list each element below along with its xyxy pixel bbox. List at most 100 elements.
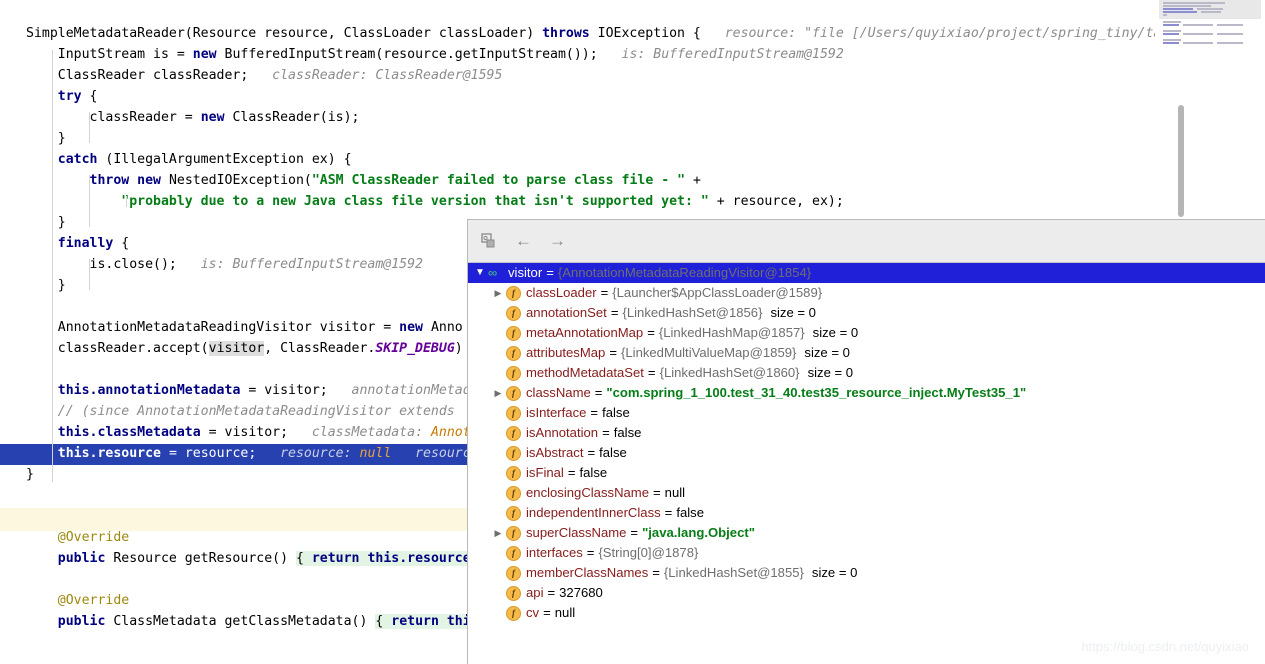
variable-row[interactable]: f attributesMap = {LinkedMultiValueMap@1859…: [468, 343, 1265, 363]
variable-name: superClassName: [526, 525, 627, 540]
collection-size: size = 0: [807, 365, 854, 380]
variable-value: "java.lang.Object": [642, 525, 755, 540]
equals-sign: =: [587, 445, 596, 460]
variable-row[interactable]: f enclosingClassName = null: [468, 483, 1265, 503]
expander-closed-icon[interactable]: ▶: [490, 523, 506, 543]
minimap-line: [1163, 5, 1211, 7]
indent-guide: [89, 259, 90, 290]
variable-row[interactable]: f annotationSet = {LinkedHashSet@1856} size …: [468, 303, 1265, 323]
code-line[interactable]: InputStream is = new BufferedInputStream…: [0, 45, 1265, 66]
equals-sign: =: [610, 305, 619, 320]
watch-infinity-icon: ∞: [488, 265, 497, 280]
forward-arrow-icon[interactable]: →: [549, 232, 566, 250]
editor-scrollbar[interactable]: [1178, 105, 1184, 217]
variable-row[interactable]: f isAbstract = false: [468, 443, 1265, 463]
variable-row[interactable]: f isFinal = false: [468, 463, 1265, 483]
variable-name: attributesMap: [526, 345, 606, 360]
variable-row[interactable]: f api = 327680: [468, 583, 1265, 603]
collection-size: size = 0: [804, 345, 850, 360]
expander-open-icon[interactable]: ▼: [472, 263, 488, 283]
variable-row[interactable]: ▶ f classLoader = {Launcher$AppClassLoader@1…: [468, 283, 1265, 303]
minimap-line: [1217, 42, 1243, 44]
variable-row[interactable]: ▶ f superClassName = "java.lang.Object": [468, 523, 1265, 543]
collection-size: size = 0: [812, 325, 859, 340]
minimap-line: [1201, 11, 1221, 13]
equals-sign: =: [602, 425, 610, 440]
variable-name: api: [526, 585, 544, 600]
collection-size: size = 0: [811, 565, 858, 580]
variable-row[interactable]: f metaAnnotationMap = {LinkedHashMap@1857} s…: [468, 323, 1265, 343]
debugger-variables-panel[interactable]: ← → ▼ ∞ visitor = {AnnotationMetadataReading…: [467, 219, 1265, 664]
variable-name: independentInnerClass: [526, 505, 661, 520]
equals-sign: =: [543, 605, 551, 620]
watermark-text: https://blog.csdn.net/quyixiao: [1081, 639, 1249, 654]
variable-value: null: [554, 605, 576, 620]
copy-value-icon[interactable]: [480, 232, 498, 250]
code-line[interactable]: classReader = new ClassReader(is);: [0, 108, 1265, 129]
code-line[interactable]: ClassReader classReader; classReader: Cl…: [0, 66, 1265, 87]
variable-value: {LinkedHashSet@1855}: [663, 565, 804, 580]
collection-size: size = 0: [770, 305, 816, 320]
variable-value: false: [676, 505, 704, 520]
variable-row[interactable]: f methodMetadataSet = {LinkedHashSet@1860} s…: [468, 363, 1265, 383]
variable-value: "com.spring_1_100.test_31_40.test35_reso…: [606, 385, 1027, 400]
code-line[interactable]: catch (IllegalArgumentException ex) {: [0, 150, 1265, 171]
minimap-line: [1163, 14, 1167, 16]
code-line[interactable]: try {: [0, 87, 1265, 108]
equals-sign: =: [647, 325, 655, 340]
indent-guide: [89, 175, 90, 227]
equals-sign: =: [546, 265, 554, 280]
variable-row[interactable]: f isAnnotation = false: [468, 423, 1265, 443]
field-icon: f: [506, 505, 521, 521]
indent-guide: [89, 112, 90, 143]
variables-tree[interactable]: ▼ ∞ visitor = {AnnotationMetadataReadingVisi…: [468, 263, 1265, 623]
field-icon: f: [506, 545, 521, 561]
variable-row-selected[interactable]: ▼ ∞ visitor = {AnnotationMetadataReadingVisi…: [468, 263, 1265, 283]
minimap-line: [1183, 33, 1213, 35]
minimap-line: [1183, 42, 1213, 44]
field-icon: f: [506, 305, 521, 321]
variable-name: className: [526, 385, 591, 400]
variable-row[interactable]: f isInterface = false: [468, 403, 1265, 423]
expander-closed-icon[interactable]: ▶: [490, 383, 506, 403]
equals-sign: =: [664, 505, 673, 520]
expander-closed-icon[interactable]: ▶: [490, 283, 506, 303]
minimap-line: [1163, 21, 1181, 23]
minimap-line: [1163, 33, 1179, 35]
variable-name: memberClassNames: [526, 565, 649, 580]
variable-value: false: [599, 445, 627, 460]
indent-guide: [126, 196, 127, 207]
minimap-line: [1163, 24, 1179, 26]
field-icon: f: [506, 485, 521, 501]
back-arrow-icon[interactable]: ←: [515, 232, 532, 250]
variable-name: cv: [526, 605, 540, 620]
variable-value: {LinkedHashSet@1860}: [659, 365, 800, 380]
variable-value: false: [613, 425, 642, 440]
variable-row[interactable]: f independentInnerClass = false: [468, 503, 1265, 523]
field-icon: f: [506, 365, 521, 381]
equals-sign: =: [600, 285, 609, 300]
code-line[interactable]: throw new NestedIOException("ASM ClassRe…: [0, 171, 1265, 192]
variable-value: {String[0]@1878}: [598, 545, 699, 560]
code-line[interactable]: "probably due to a new Java class file v…: [0, 192, 1265, 213]
equals-sign: =: [547, 585, 556, 600]
minimap-line: [1217, 33, 1243, 35]
equals-sign: =: [594, 385, 603, 400]
variable-value: {LinkedHashMap@1857}: [658, 325, 805, 340]
code-line[interactable]: SimpleMetadataReader(Resource resource, …: [0, 24, 1265, 45]
debugger-toolbar[interactable]: ← →: [468, 220, 1265, 263]
variable-name: isFinal: [526, 465, 564, 480]
field-icon: f: [506, 285, 521, 301]
variable-row[interactable]: f memberClassNames = {LinkedHashSet@1855} si…: [468, 563, 1265, 583]
variable-row[interactable]: f interfaces = {String[0]@1878}: [468, 543, 1265, 563]
field-icon: f: [506, 345, 521, 361]
variable-name: enclosingClassName: [526, 485, 649, 500]
variable-row[interactable]: ▶ f className = "com.spring_1_100.test_31_40…: [468, 383, 1265, 403]
code-minimap[interactable]: [1155, 0, 1265, 46]
minimap-line: [1163, 42, 1179, 44]
variable-value: {Launcher$AppClassLoader@1589}: [612, 285, 823, 300]
variable-name: isAbstract: [526, 445, 584, 460]
equals-sign: =: [609, 345, 617, 360]
variable-row[interactable]: f cv = null: [468, 603, 1265, 623]
code-line[interactable]: }: [0, 129, 1265, 150]
